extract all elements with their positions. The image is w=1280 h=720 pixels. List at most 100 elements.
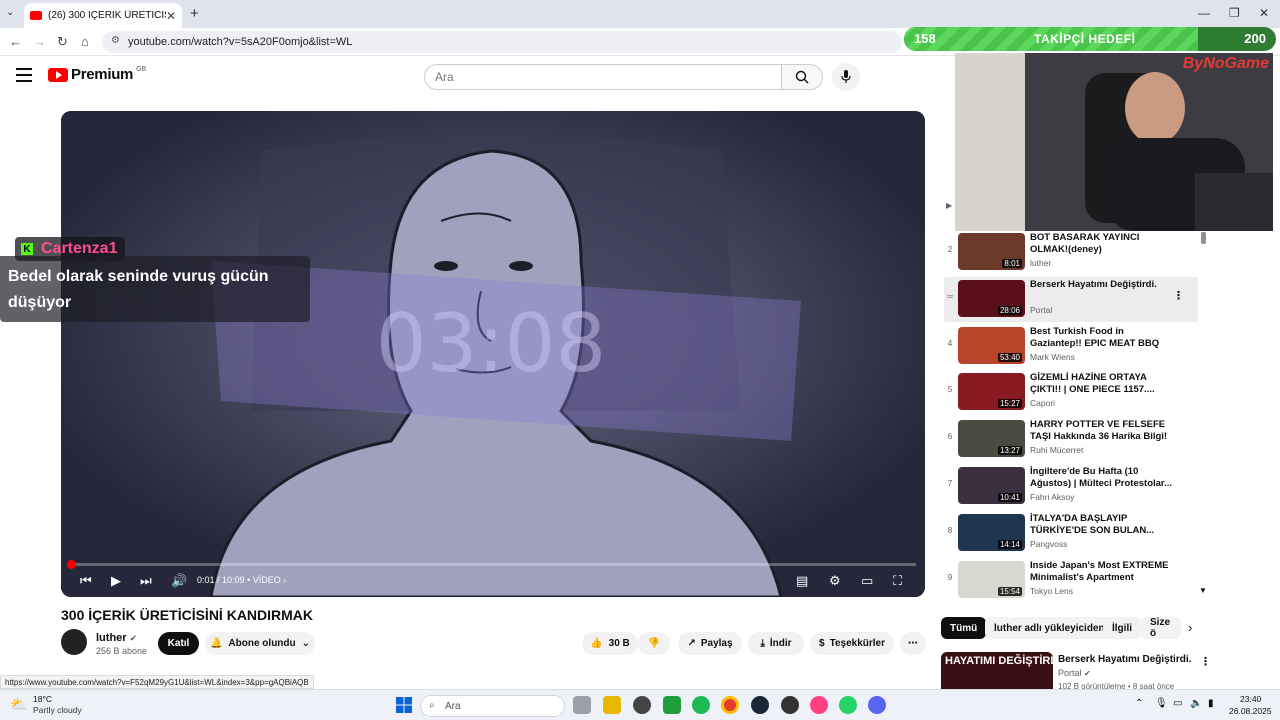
playlist-item-title[interactable]: BOT BASARAK YAYINCI OLMAK!(deney) [1030, 232, 1175, 256]
chrome-icon[interactable] [721, 696, 739, 714]
playlist-thumbnail[interactable]: 13:27 [958, 420, 1025, 458]
playlist-item-channel[interactable]: Fahri Aksoy [1030, 492, 1074, 502]
start-windows-icon[interactable] [396, 697, 412, 713]
playlist-thumbnail[interactable]: 8:01 [958, 233, 1025, 270]
chatgpt-icon[interactable] [633, 696, 651, 714]
playlist-item-channel[interactable]: luther [1030, 258, 1051, 268]
more-actions-button[interactable]: ⋯ [900, 632, 926, 655]
menu-icon[interactable] [16, 68, 32, 82]
playlist-item-title[interactable]: İngiltere'de Bu Hafta (10 Ağustos) | Mül… [1030, 466, 1175, 490]
discord-icon[interactable] [868, 696, 886, 714]
playlist-item[interactable]: 8 14:14 İTALYA'DA BAŞLAYIP TÜRKİYE'DE SON … [944, 511, 1198, 556]
home-icon[interactable]: ⌂ [81, 34, 89, 49]
youtube-premium-logo[interactable]: Premium GB [48, 66, 146, 83]
chip-3[interactable]: Size ö [1141, 617, 1181, 639]
playlist-thumbnail[interactable]: 14:14 [958, 513, 1025, 551]
task-view-icon[interactable] [573, 696, 591, 714]
search-input[interactable]: Ara [424, 64, 782, 90]
weather-temperature[interactable]: 18°C [33, 694, 52, 704]
whatsapp-icon[interactable] [839, 696, 857, 714]
chip-2[interactable]: İlgili [1103, 617, 1141, 639]
playlist-item-title[interactable]: HARRY POTTER VE FELSEFE TAŞI Hakkında 36… [1030, 419, 1175, 443]
playlist-item[interactable]: 9 15:54 Inside Japan's Most EXTREME Minima… [944, 558, 1198, 603]
close-window-icon[interactable]: ✕ [1259, 6, 1269, 20]
weather-icon[interactable]: ⛅ [10, 696, 27, 713]
microphone-tray-icon[interactable]: 🎙 [1155, 698, 1168, 709]
recommended-more-icon[interactable]: ⋮ [1200, 655, 1211, 668]
voice-search-button[interactable] [832, 63, 860, 91]
tray-chevron-icon[interactable]: ⌃ [1135, 698, 1143, 709]
playlist-thumbnail[interactable]: 10:41 [958, 467, 1025, 504]
fullscreen-icon[interactable]: ⛶ [893, 573, 902, 589]
volume-icon[interactable]: 🔊 [171, 573, 187, 589]
speaker-icon[interactable]: 🔈 [1190, 698, 1202, 709]
playlist-item[interactable]: 2 8:01 BOT BASARAK YAYINCI OLMAK!(deney) lu… [944, 230, 1198, 275]
steam-icon[interactable] [751, 696, 769, 714]
playlist-item[interactable]: 6 13:27 HARRY POTTER VE FELSEFE TAŞI Hakkı… [944, 417, 1198, 462]
url-field[interactable]: ⚙ youtube.com/watch?v=5sA20F0omjo&list=W… [102, 31, 902, 53]
recommended-title[interactable]: Berserk Hayatımı Değiştirdi. [1058, 654, 1191, 665]
share-button[interactable]: ↗ Paylaş [678, 632, 742, 655]
progress-bar[interactable] [71, 563, 916, 566]
playlist-scrollbar[interactable] [1201, 232, 1206, 244]
battery-icon[interactable]: ▮ [1208, 698, 1214, 709]
play-icon[interactable]: ▶ [111, 573, 121, 589]
next-icon[interactable]: ⏭ [140, 573, 152, 589]
playlist-thumbnail[interactable]: 28:06 [958, 279, 1025, 317]
file-explorer-icon[interactable] [603, 696, 621, 714]
previous-icon[interactable]: ⏮ [80, 573, 92, 589]
thanks-button[interactable]: $ Teşekkürler [810, 632, 894, 655]
chip-0[interactable]: Tümü [941, 617, 987, 639]
playlist-item-channel[interactable]: Ruhi Mücerret [1030, 445, 1083, 455]
playlist-item-channel[interactable]: Tokyo Lens [1030, 586, 1073, 596]
scroll-down-icon[interactable]: ▼ [1199, 586, 1207, 595]
playlist-thumbnail[interactable]: 15:54 [958, 560, 1025, 598]
drag-handle-icon[interactable]: ═ [944, 292, 956, 301]
playlist-item-title[interactable]: İTALYA'DA BAŞLAYIP TÜRKİYE'DE SON BULAN.… [1030, 513, 1175, 537]
download-button[interactable]: ⤓ İndir [748, 632, 804, 655]
tab-active[interactable]: (26) 300 İÇERİK ÜRETİCİSİNİ KA ✕ [24, 3, 182, 28]
video-player[interactable]: 03:08 ⏮ ▶ ⏭ 🔊 0:01 / 10:09 • VİDEO › ▤ ⚙… [61, 111, 925, 597]
xbox-icon[interactable] [663, 696, 681, 714]
maximize-icon[interactable]: ❐ [1229, 6, 1240, 20]
join-button[interactable]: Katıl [158, 632, 199, 655]
site-info-icon[interactable]: ⚙ [111, 35, 120, 46]
subtitles-icon[interactable]: ▤ [796, 573, 808, 589]
playlist-item-title[interactable]: GİZEMLİ HAZİNE ORTAYA ÇIKTI!! | ONE PIEC… [1030, 372, 1175, 396]
settings-gear-icon[interactable]: ⚙ [829, 573, 841, 589]
playlist-item-channel[interactable]: Capori [1030, 398, 1055, 408]
playlist-item-channel[interactable]: Portal [1030, 305, 1052, 315]
playlist-item[interactable]: 7 10:41 İngiltere'de Bu Hafta (10 Ağustos)… [944, 464, 1198, 509]
new-tab-icon[interactable]: + [190, 5, 199, 22]
spotify-icon[interactable] [692, 696, 710, 714]
minimize-icon[interactable]: — [1198, 6, 1210, 20]
opera-icon[interactable] [810, 696, 828, 714]
reload-icon[interactable]: ↻ [57, 34, 68, 50]
network-icon[interactable]: ▭ [1173, 698, 1182, 709]
recommended-thumbnail[interactable]: HAYATIMI DEĞİŞTİRDİ [941, 652, 1053, 692]
theater-mode-icon[interactable]: ▭ [861, 573, 873, 589]
recommended-channel[interactable]: Portal ✔ [1058, 668, 1091, 678]
tab-search-icon[interactable]: ⌄ [6, 7, 14, 18]
back-icon[interactable]: ← [9, 34, 22, 49]
clock-date[interactable]: 26.08.2025 [1229, 706, 1272, 716]
playlist-item-channel[interactable]: Mark Wiens [1030, 352, 1075, 362]
playlist-item-title[interactable]: Berserk Hayatımı Değiştirdi. [1030, 279, 1175, 291]
subscribed-button[interactable]: 🔔 Abone olundu ⌄ [205, 632, 315, 655]
app-icon[interactable] [781, 696, 799, 714]
playlist-thumbnail[interactable]: 53:40 [958, 326, 1025, 364]
playlist-item-title[interactable]: Inside Japan's Most EXTREME Minimalist's… [1030, 560, 1175, 584]
weather-description[interactable]: Partly cloudy [33, 705, 82, 715]
clock-time[interactable]: 23:40 [1240, 694, 1261, 704]
chips-next-icon[interactable]: › [1188, 620, 1192, 635]
close-tab-icon[interactable]: ✕ [166, 9, 176, 23]
playlist-item-channel[interactable]: Pangvoss [1030, 539, 1067, 549]
progress-handle[interactable] [67, 560, 76, 569]
playlist-item[interactable]: 5 15:27 GİZEMLİ HAZİNE ORTAYA ÇIKTI!! | ON… [944, 370, 1198, 415]
forward-icon[interactable]: → [33, 34, 46, 49]
playlist-collapse-icon[interactable]: ▶ [946, 201, 952, 210]
like-button[interactable]: 👍 30 B [582, 632, 638, 655]
dislike-button[interactable]: 👎 [638, 632, 670, 655]
chapter-label[interactable]: VİDEO [253, 575, 281, 585]
chip-1[interactable]: luther adlı yükleyiciden [985, 617, 1114, 639]
